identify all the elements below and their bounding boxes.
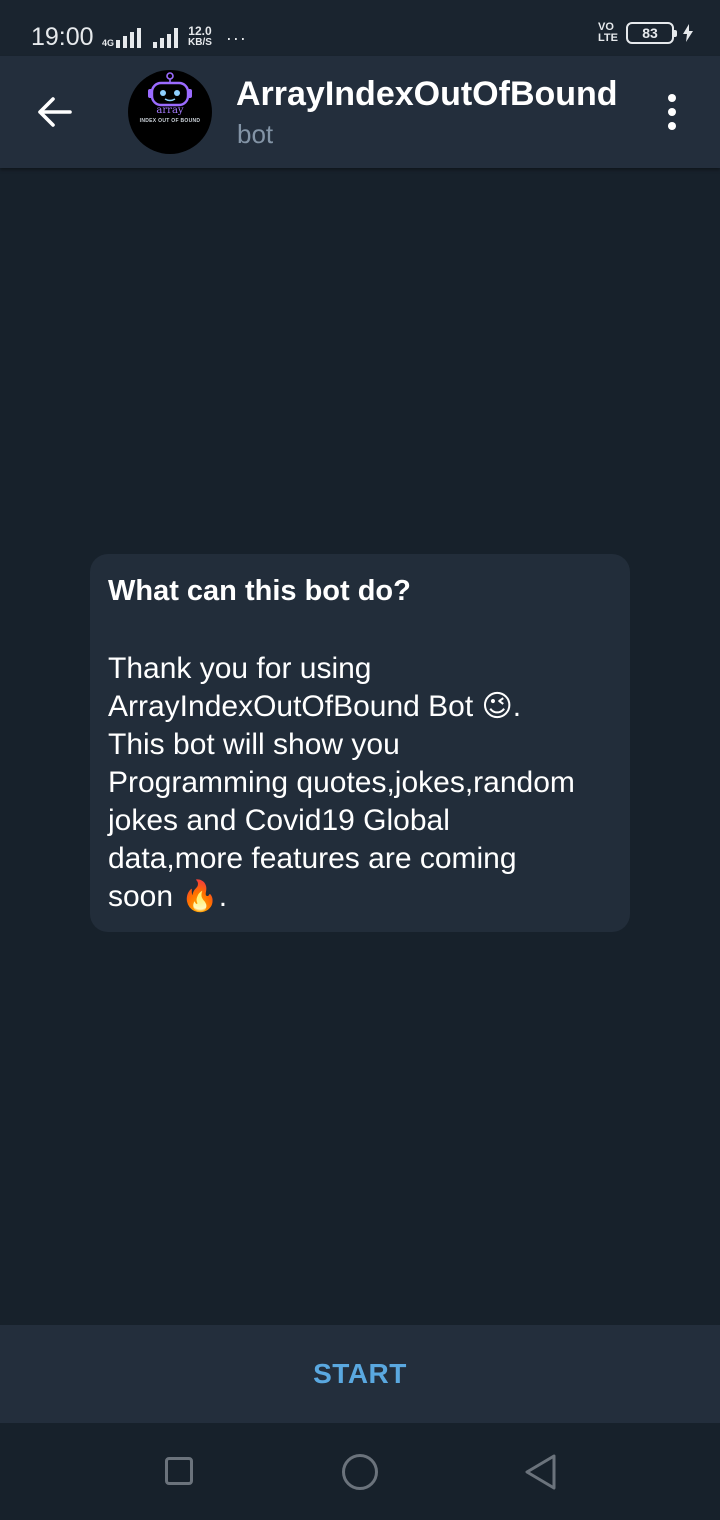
network-indicators: 4G 12.0 KB/S ··· <box>102 24 247 48</box>
bot-info-card: What can this bot do? Thank you for usin… <box>90 554 630 932</box>
volte-icon: VO LTE <box>598 22 618 44</box>
status-bar: 19:00 4G 12.0 KB/S ··· VO LTE 83 <box>0 0 720 56</box>
circle-icon[interactable] <box>342 1454 378 1490</box>
arrow-left-icon <box>38 97 72 127</box>
status-time: 19:00 <box>31 23 94 51</box>
bot-info-body: Thank you for using ArrayIndexOutOfBound… <box>108 652 575 913</box>
network-type: 4G <box>102 38 115 48</box>
start-label: START <box>313 1358 407 1389</box>
square-icon[interactable] <box>165 1457 193 1485</box>
signal-1-icon: 4G <box>102 26 142 48</box>
speed-value: 12.0 <box>188 24 212 38</box>
charging-icon <box>683 24 693 42</box>
bot-info-title: What can this bot do? <box>108 575 411 607</box>
avatar[interactable]: array INDEX OUT OF BOUND <box>128 70 212 154</box>
signal-2-icon <box>153 26 179 48</box>
avatar-word: array <box>156 105 184 116</box>
chat-title[interactable]: ArrayIndexOutOfBound <box>236 74 618 114</box>
back-button[interactable] <box>26 84 82 140</box>
battery-level: 83 <box>642 25 658 41</box>
battery-icon: 83 <box>626 22 677 44</box>
triangle-back-icon[interactable] <box>522 1453 558 1491</box>
more-notifications-icon: ··· <box>225 28 247 48</box>
system-nav-bar <box>0 1423 720 1520</box>
speed-unit: KB/S <box>188 37 212 48</box>
avatar-caption: INDEX OUT OF BOUND <box>139 118 201 124</box>
volte-bottom: LTE <box>598 32 618 44</box>
network-speed: 12.0 KB/S <box>188 24 212 48</box>
chat-subtitle: bot <box>237 119 274 149</box>
status-right: VO LTE 83 <box>598 22 694 44</box>
start-button[interactable]: START <box>0 1325 720 1423</box>
chat-header: array INDEX OUT OF BOUND ArrayIndexOutOf… <box>0 56 720 168</box>
more-vertical-icon[interactable] <box>648 86 696 138</box>
